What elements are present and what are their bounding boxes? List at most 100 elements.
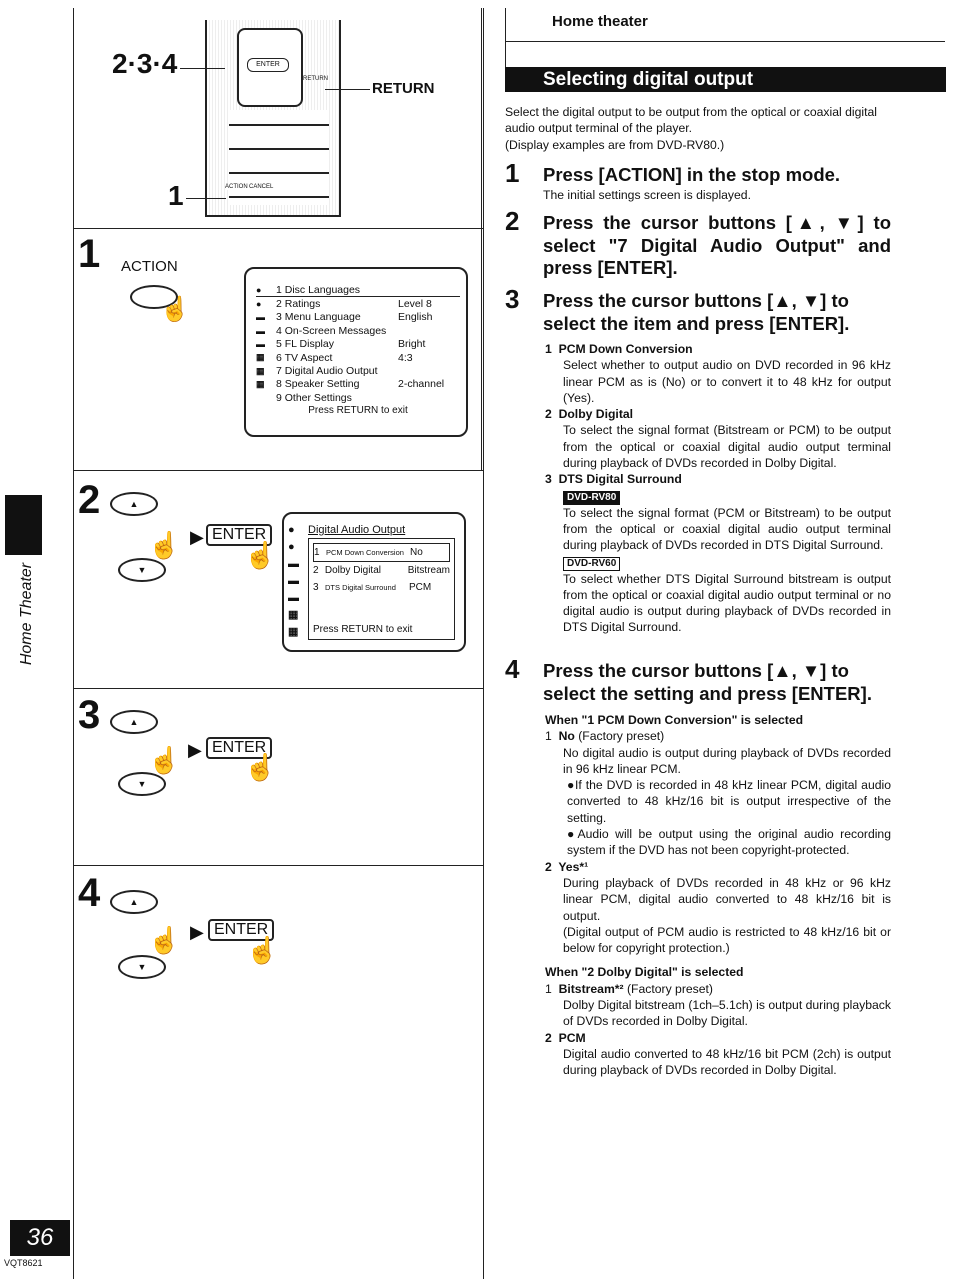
dao-item: 2 Dolby Digital Bitstream [313,562,450,579]
menu-item: ▦ 6 TV Aspect 4:3 [256,351,460,364]
dao-title: Digital Audio Output [308,524,406,536]
menu-item-icon: ● [256,299,262,310]
return-key-label: RETURN [303,76,328,82]
enter-key: ENTER [247,58,289,72]
menu-item-label: 8 Speaker Setting [276,378,360,391]
dao-item: 3 DTS Digital Surround PCM [313,579,450,596]
item-text: To select whether DTS Digital Surround b… [563,571,891,635]
menu-item-label: 1 Disc Languages [276,283,361,296]
menu-item-icon: ▦ [256,352,265,363]
callout-steps-234: 2·3·4 [112,48,178,79]
menu-item-value: English [398,311,433,324]
action-label: ACTION [121,258,178,275]
step-title: Press the cursor buttons [▲, ▼] to selec… [543,212,891,278]
dao-item-label: DTS Digital Surround [325,583,396,592]
dao-item-value: Bitstream [407,565,450,576]
dao-item-label: PCM Down Conversion [326,548,404,557]
step-desc: The initial settings screen is displayed… [543,187,751,202]
option-heading: 1 Bitstream*² (Factory preset) [545,981,713,996]
panel-step-number: 2 [78,478,101,522]
menu-item: ▬ 3 Menu Language English [256,311,460,324]
menu-item-value: 4:3 [398,351,413,364]
action-key-label: ACTION [225,184,248,190]
page-title: Selecting digital output [505,67,946,92]
arrow-right-icon: ▶ [188,740,202,760]
setup-menu-screen: ● 1 Disc Languages ● 2 Ratings Level 8 ▬ 3 Men… [244,267,468,437]
menu-item-icon: ▬ [256,339,265,350]
item-text: To select the signal format (PCM or Bits… [563,505,891,553]
hand-pointer-icon: ☝ [160,296,190,323]
option-bullet: ●Audio will be output using the original… [567,827,891,858]
menu-item-icon: ▬ [256,325,265,336]
dao-item-num: 3 [313,582,319,593]
menu-item: ● 2 Ratings Level 8 [256,297,460,310]
model-badge-dvd-rv60: DVD-RV60 [563,556,621,571]
intro-note: (Display examples are from DVD-RV80.) [505,137,725,152]
menu-item-label: 7 Digital Audio Output [276,365,378,378]
manual-page: { "header":{"section":"Home theater","ti… [0,0,954,1279]
dao-exit-hint: Press RETURN to exit [313,624,413,635]
digital-audio-output-screen: ● ● ▬ ▬ ▬ ▦ ▦ Digital Audio Output 1 PCM Down C… [282,512,466,652]
item-heading: 3 DTS Digital Surround [545,472,682,487]
step-title: Press the cursor buttons [▲, ▼] to selec… [543,290,850,334]
section-tab-label: Home Theater [18,562,35,666]
menu-item: ▬ 5 FL Display Bright [256,338,460,351]
panel-step-number: 4 [78,871,101,915]
hand-pointer-icon: ☝ [148,530,181,560]
dao-item-value: No [410,547,423,558]
model-badge-dvd-rv80: DVD-RV80 [563,490,621,505]
option-heading: 1 No (Factory preset) [545,729,665,744]
option-text: During playback of DVDs recorded in 48 k… [563,875,891,923]
menu-item-icon: ▬ [256,312,265,323]
menu-item-label: 2 Ratings [276,298,321,311]
menu-item: ▦ 7 Digital Audio Output [256,364,460,377]
step-title: Press [ACTION] in the stop mode. [543,164,841,185]
intro-text: Select the digital output to be output f… [505,105,877,136]
step-title: Press the cursor buttons [▲, ▼] to selec… [543,660,872,704]
section-header: Home theater [552,13,648,30]
option-bullet: ●If the DVD is recorded in 48 kHz linear… [567,778,891,825]
menu-item-value: Bright [398,338,426,351]
menu-item-icon: ▦ [256,378,265,389]
cancel-key-label: CANCEL [249,184,274,190]
menu-exit-hint: Press RETURN to exit [308,404,408,416]
arrow-right-icon: ▶ [190,527,204,547]
item-heading: 1 PCM Down Conversion [545,342,693,356]
menu-item-value: 2-channel [398,378,445,391]
hand-pointer-icon: ☝ [148,745,181,775]
remote-control-illustration: ENTER RETURN ACTION CANCEL [205,20,341,217]
panel-step-number: 1 [78,232,101,276]
dao-item-num: 2 [313,565,319,576]
dao-item-num: 1 [314,547,320,558]
menu-item-label: 3 Menu Language [276,311,361,324]
option-text: (Digital output of PCM audio is restrict… [563,924,891,956]
option-text: Dolby Digital bitstream (1ch–5.1ch) is o… [563,998,891,1029]
setting-heading: When "2 Dolby Digital" is selected [545,965,744,980]
setting-heading: When "1 PCM Down Conversion" is selected [545,713,804,727]
step-number: 4 [505,654,520,684]
option-heading: 2 Yes*¹ [545,859,589,874]
dao-item-label: Dolby Digital [324,565,381,576]
menu-item: ● 1 Disc Languages [256,283,460,298]
hand-pointer-icon: ☝ [148,925,181,955]
hand-pointer-icon: ☝ [244,752,277,782]
step-number: 2 [505,206,520,236]
item-text: Select whether to output audio on DVD re… [563,358,891,405]
document-code: VQT8621 [4,1258,43,1268]
arrow-right-icon: ▶ [190,922,204,942]
menu-item: ▬ 4 On-Screen Messages [256,324,460,337]
option-text: Digital audio converted to 48 kHz/16 bit… [563,1046,891,1078]
section-tab-marker [5,495,42,555]
page-number: 36 [10,1220,70,1256]
menu-item-label: 6 TV Aspect [276,351,333,364]
step-number: 3 [505,284,520,314]
menu-item-icon: ● [256,284,262,295]
dao-item-value: PCM [409,582,432,593]
step-number: 1 [505,158,520,188]
menu-item-label: 4 On-Screen Messages [276,324,387,337]
menu-item-label: 5 FL Display [276,338,334,351]
menu-item: ▦ 8 Speaker Setting 2-channel [256,378,460,391]
option-text: No digital audio is output during playba… [563,745,891,776]
panel-step-number: 3 [78,693,101,737]
down-button-illustration: ▼ [118,955,166,979]
